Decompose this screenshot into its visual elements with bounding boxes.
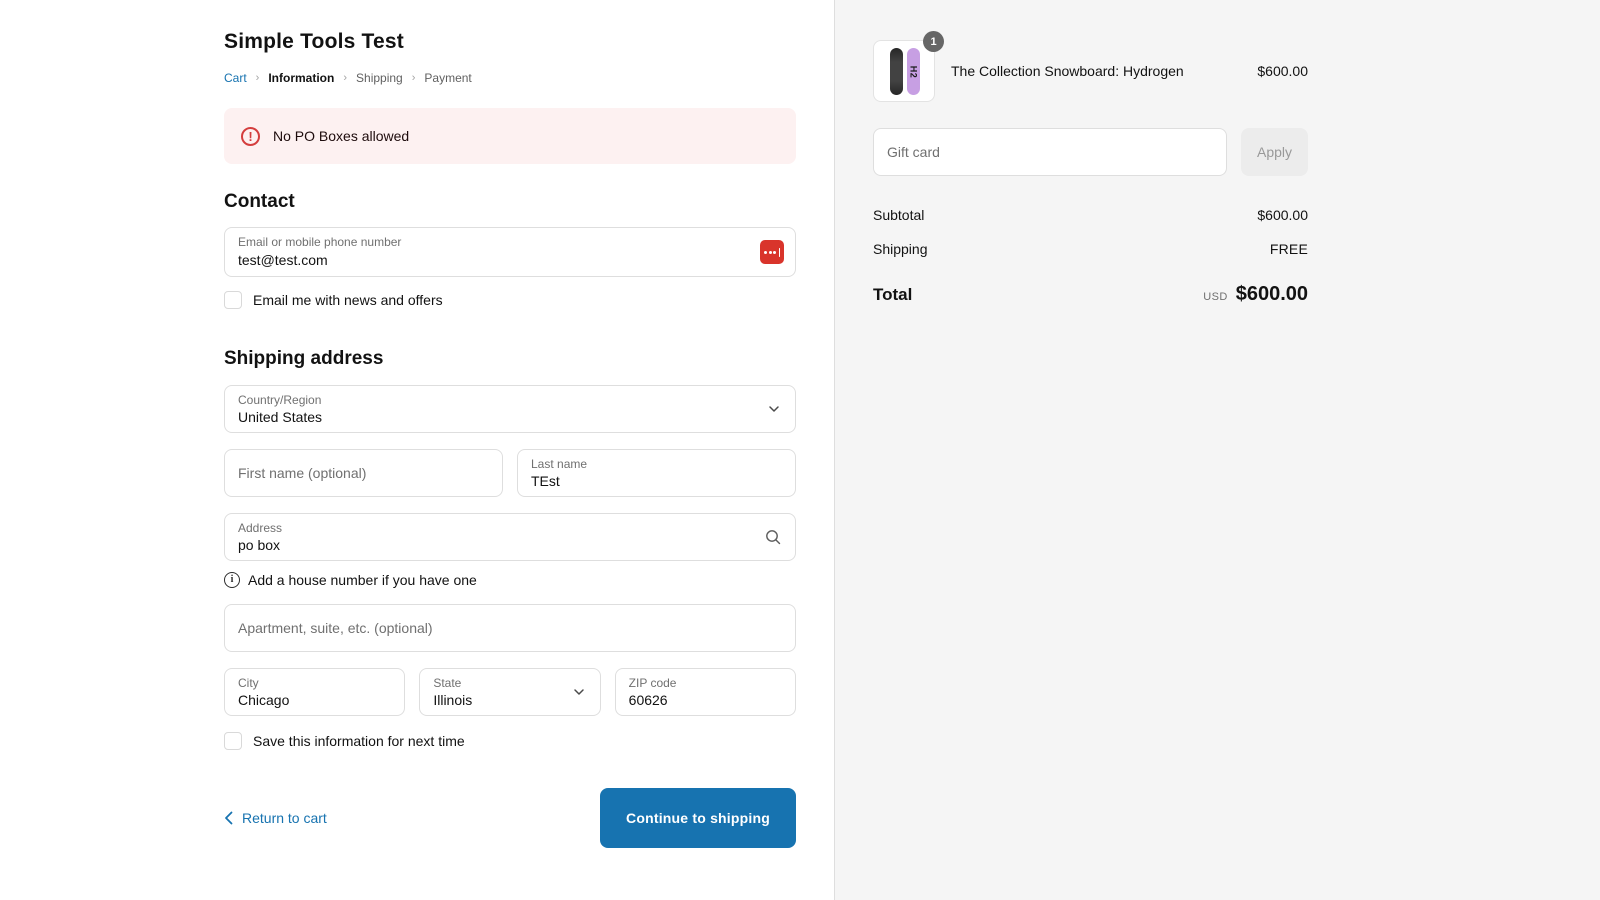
chevron-right-icon: › <box>256 72 260 84</box>
product-name: The Collection Snowboard: Hydrogen <box>935 62 1257 81</box>
address-input[interactable] <box>225 514 795 560</box>
save-info-checkbox[interactable] <box>224 732 242 750</box>
country-value[interactable]: United States <box>225 386 795 432</box>
last-name-field[interactable]: Last name <box>517 449 796 497</box>
state-select[interactable]: State Illinois <box>419 668 600 716</box>
apartment-field[interactable] <box>224 604 796 652</box>
country-select[interactable]: Country/Region United States <box>224 385 796 433</box>
lastpass-extension-icon[interactable] <box>760 240 784 264</box>
return-to-cart-link[interactable]: Return to cart <box>224 810 327 826</box>
cost-summary: Subtotal $600.00 Shipping FREE Total USD… <box>873 207 1308 306</box>
subtotal-row: Subtotal $600.00 <box>873 207 1308 223</box>
newsletter-opt-in[interactable]: Email me with news and offers <box>224 291 796 309</box>
order-summary-panel: H2 1 The Collection Snowboard: Hydrogen … <box>834 0 1600 900</box>
total-row: Total USD $600.00 <box>873 283 1308 306</box>
subtotal-value: $600.00 <box>1257 207 1308 223</box>
shipping-row: Shipping FREE <box>873 241 1308 257</box>
address-field[interactable]: Address <box>224 513 796 561</box>
email-input[interactable] <box>225 228 795 276</box>
info-icon: i <box>224 572 240 588</box>
shipping-label: Shipping <box>873 241 928 257</box>
alert-circle-icon: ! <box>241 127 260 146</box>
total-label: Total <box>873 285 912 305</box>
breadcrumb-payment: Payment <box>424 71 471 85</box>
city-field[interactable]: City <box>224 668 405 716</box>
gift-card-input[interactable] <box>874 129 1226 175</box>
apartment-input[interactable] <box>225 605 795 651</box>
snowboard-dark-graphic <box>890 48 903 95</box>
save-info-opt-in[interactable]: Save this information for next time <box>224 732 796 750</box>
chevron-left-icon <box>224 811 233 825</box>
checkout-form-panel: Simple Tools Test Cart › Information › S… <box>0 0 834 900</box>
newsletter-checkbox[interactable] <box>224 291 242 309</box>
first-name-input[interactable] <box>225 450 502 496</box>
cart-line-item: H2 1 The Collection Snowboard: Hydrogen … <box>873 40 1308 102</box>
zip-input[interactable] <box>616 669 795 715</box>
state-value[interactable]: Illinois <box>420 669 599 715</box>
breadcrumb-shipping: Shipping <box>356 71 403 85</box>
currency-code: USD <box>1203 291 1227 303</box>
address-hint-text: Add a house number if you have one <box>248 572 477 588</box>
contact-heading: Contact <box>224 191 796 213</box>
gift-card-field[interactable] <box>873 128 1227 176</box>
chevron-right-icon: › <box>343 72 347 84</box>
apply-gift-card-button[interactable]: Apply <box>1241 128 1308 176</box>
city-input[interactable] <box>225 669 404 715</box>
product-price: $600.00 <box>1257 63 1308 79</box>
email-field[interactable]: Email or mobile phone number <box>224 227 796 277</box>
shipping-value: FREE <box>1270 241 1308 257</box>
save-info-label: Save this information for next time <box>253 733 465 749</box>
store-title: Simple Tools Test <box>224 30 796 54</box>
newsletter-label: Email me with news and offers <box>253 292 443 308</box>
address-hint: i Add a house number if you have one <box>224 572 796 588</box>
error-message: No PO Boxes allowed <box>273 128 409 144</box>
zip-field[interactable]: ZIP code <box>615 668 796 716</box>
breadcrumb-information: Information <box>268 71 334 85</box>
last-name-input[interactable] <box>518 450 795 496</box>
first-name-field[interactable] <box>224 449 503 497</box>
return-to-cart-label: Return to cart <box>242 810 327 826</box>
breadcrumb: Cart › Information › Shipping › Payment <box>224 71 796 85</box>
shipping-address-heading: Shipping address <box>224 348 796 370</box>
continue-to-shipping-button[interactable]: Continue to shipping <box>600 788 796 848</box>
subtotal-label: Subtotal <box>873 207 924 223</box>
snowboard-purple-graphic: H2 <box>907 48 920 95</box>
total-value: $600.00 <box>1236 283 1308 306</box>
quantity-badge: 1 <box>923 31 944 52</box>
search-icon <box>764 528 782 546</box>
chevron-right-icon: › <box>412 72 416 84</box>
error-banner: ! No PO Boxes allowed <box>224 108 796 164</box>
breadcrumb-cart[interactable]: Cart <box>224 71 247 85</box>
